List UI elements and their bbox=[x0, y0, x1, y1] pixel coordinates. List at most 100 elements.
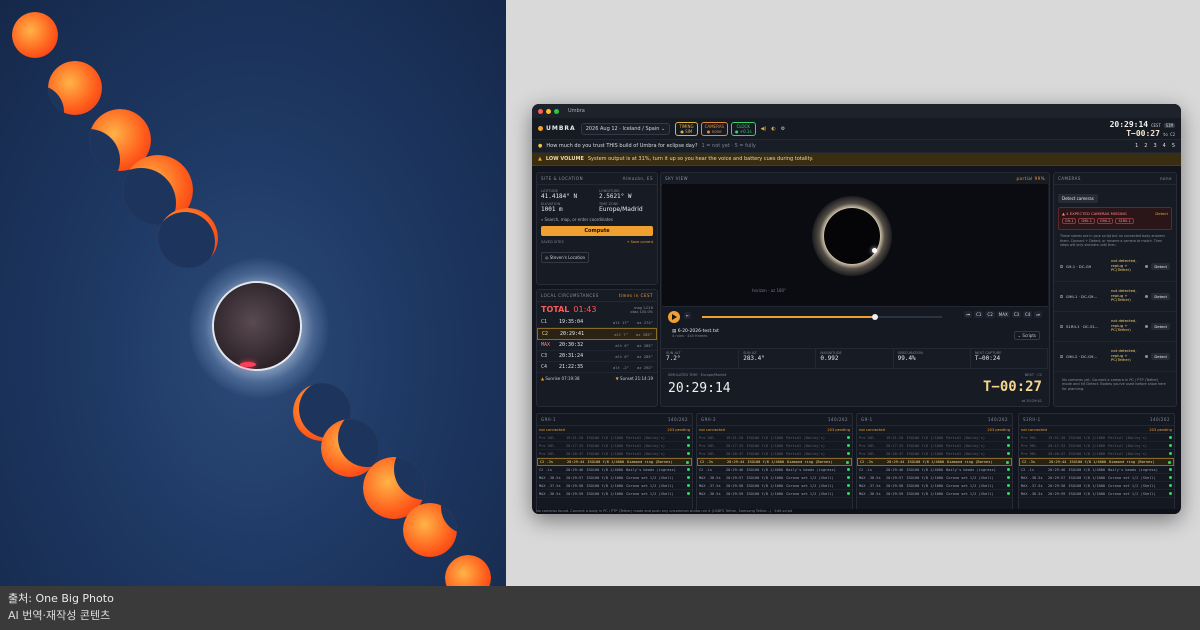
capture-row[interactable]: Pre 98% 20:28:47 ISO100 f/8 1/1000 Partial … bbox=[537, 450, 692, 458]
compute-button[interactable]: Compute bbox=[541, 226, 653, 236]
capture-row[interactable]: C2 -3s 20:29:44 ISO100 f/8 1/4000 Diamond r… bbox=[1019, 458, 1174, 466]
capture-row[interactable]: C2 -3s 20:29:44 ISO100 f/8 1/4000 Diamond r… bbox=[537, 458, 692, 466]
status-chip[interactable]: TIMING ● SIM bbox=[675, 121, 698, 136]
capture-row[interactable]: Pre 98% 20:17:33 ISO100 f/8 1/1000 Partial … bbox=[697, 442, 852, 450]
maximize-window-button[interactable] bbox=[554, 108, 559, 114]
play-button[interactable] bbox=[668, 311, 680, 323]
skip-back-icon[interactable]: ⏮ bbox=[964, 311, 973, 318]
capture-row[interactable]: Pre 98% 20:28:47 ISO100 f/8 1/1000 Partial … bbox=[1019, 450, 1174, 458]
alert-detect-button[interactable]: Detect bbox=[1155, 211, 1168, 216]
capture-row[interactable]: Pre 90% 19:51:20 ISO100 f/8 1/1000 Partial … bbox=[697, 434, 852, 442]
grid-status-row: not connected 203 pending bbox=[857, 426, 1012, 434]
camera-row[interactable]: ◘ S1RII-1 · DC-S1... not detected, replug … bbox=[1054, 312, 1176, 342]
camera-row[interactable]: ◘ G9II-2 · DC-G9... not detected, replug +… bbox=[1054, 342, 1176, 372]
stat-cell: MAGNITUDE 0.992 bbox=[816, 349, 894, 368]
capture-row[interactable]: C2 -3s 20:29:44 ISO100 f/8 1/4000 Diamond r… bbox=[697, 458, 852, 466]
latitude-field[interactable]: 41.4184° N bbox=[541, 193, 595, 200]
capture-row[interactable]: MAX -36.5s 20:29:59 ISO100 f/8 1/1000 Coron… bbox=[857, 490, 1012, 498]
capture-row[interactable]: Pre 98% 20:17:33 ISO100 f/8 1/1000 Partial … bbox=[1019, 442, 1174, 450]
status-chip[interactable]: CLOCK ● +0.1s bbox=[730, 121, 756, 136]
scrubber-handle[interactable] bbox=[871, 314, 878, 320]
playback-bar: ⇤ ⏮ C1 C2 MAX C3 C4 ⏭ ▤ 6-20-2026-test.txt 4 ru… bbox=[662, 306, 1048, 348]
contact-row[interactable]: C2 20:29:41 alt 7° az 285° bbox=[537, 328, 657, 340]
contact-row[interactable]: C1 19:35:04 alt 17° az 274° bbox=[537, 317, 657, 328]
toggle-icon[interactable]: ◐ bbox=[771, 126, 775, 132]
contact-jump-button[interactable]: C1 bbox=[974, 311, 984, 318]
capture-row[interactable]: C2 -1s 20:29:46 ISO100 f/8 1/4000 Baily's b… bbox=[537, 466, 692, 474]
capture-phase: C2 -1s bbox=[859, 467, 872, 472]
camera-detect-button[interactable]: Detect bbox=[1151, 262, 1170, 270]
speaker-icon[interactable]: ◀) bbox=[761, 126, 767, 132]
capture-row[interactable]: MAX -37.5s 20:29:58 ISO100 f/8 1/1000 Coron… bbox=[697, 482, 852, 490]
capture-row[interactable]: C2 -1s 20:29:46 ISO100 f/8 1/4000 Baily's b… bbox=[697, 466, 852, 474]
contact-row[interactable]: MAX 20:30:32 alt 6° az 285° bbox=[537, 340, 657, 351]
capture-settings: ISO100 f/8 1/1000 bbox=[1068, 483, 1106, 488]
close-window-button[interactable] bbox=[538, 108, 543, 114]
scripts-button[interactable]: ⌄ Scripts bbox=[1013, 331, 1040, 340]
capture-phase: C2 -1s bbox=[539, 467, 552, 472]
capture-row[interactable]: Pre 98% 20:17:33 ISO100 f/8 1/1000 Partial … bbox=[857, 442, 1012, 450]
camera-status: not detected, replug + PC(Tether) bbox=[1111, 258, 1137, 273]
rewind-button[interactable]: ⇤ bbox=[684, 312, 692, 319]
camera-detect-button[interactable]: Detect bbox=[1151, 352, 1170, 360]
capture-row[interactable]: MAX -38.5s 20:29:57 ISO100 f/8 1/1000 Coron… bbox=[697, 474, 852, 482]
gear-icon[interactable]: ⚙ bbox=[781, 126, 785, 132]
trust-option[interactable]: 5 bbox=[1172, 143, 1175, 149]
capture-row[interactable]: Pre 90% 19:51:20 ISO100 f/8 1/1000 Partial … bbox=[857, 434, 1012, 442]
trust-option[interactable]: 4 bbox=[1163, 143, 1166, 149]
minimize-window-button[interactable] bbox=[546, 108, 551, 114]
capture-row[interactable]: MAX -36.5s 20:29:59 ISO100 f/8 1/1000 Coron… bbox=[537, 490, 692, 498]
capture-row[interactable]: Pre 98% 20:28:47 ISO100 f/8 1/1000 Partial … bbox=[857, 450, 1012, 458]
timezone-field[interactable]: Europe/Madrid bbox=[599, 206, 653, 213]
capture-row[interactable]: C2 -1s 20:29:46 ISO100 f/8 1/4000 Baily's b… bbox=[1019, 466, 1174, 474]
capture-row[interactable]: MAX -38.5s 20:29:57 ISO100 f/8 1/1000 Coron… bbox=[1019, 474, 1174, 482]
skip-forward-icon[interactable]: ⏭ bbox=[1034, 311, 1042, 318]
search-input[interactable]: ⌕ Search, map, or enter coordinates bbox=[537, 217, 657, 222]
capture-settings: ISO100 f/8 1/1000 bbox=[586, 435, 624, 440]
contact-id: MAX bbox=[541, 342, 551, 348]
status-chip[interactable]: CAMERAS ● none bbox=[700, 121, 728, 136]
trust-option[interactable]: 3 bbox=[1153, 143, 1156, 149]
capture-status-dot bbox=[1006, 460, 1009, 464]
capture-row[interactable]: C2 -1s 20:29:46 ISO100 f/8 1/4000 Baily's b… bbox=[857, 466, 1012, 474]
capture-row[interactable]: MAX -38.5s 20:29:57 ISO100 f/8 1/1000 Coron… bbox=[857, 474, 1012, 482]
event-select[interactable]: 2026 Aug 12 · Iceland / Spain ⌄ bbox=[580, 122, 671, 135]
capture-row[interactable]: MAX -36.5s 20:29:59 ISO100 f/8 1/1000 Coron… bbox=[1019, 490, 1174, 498]
capture-row[interactable]: C2 -3s 20:29:44 ISO100 f/8 1/4000 Diamond r… bbox=[857, 458, 1012, 466]
capture-label: Partial (Bailey's) bbox=[786, 443, 826, 448]
save-current-button[interactable]: + Save current bbox=[627, 240, 653, 244]
capture-row[interactable]: MAX -36.5s 20:29:59 ISO100 f/8 1/1000 Coron… bbox=[697, 490, 852, 498]
circumstances-panel: LOCAL CIRCUMSTANCES times in CEST TOTAL 0… bbox=[536, 289, 658, 407]
capture-label: Partial (Bailey's) bbox=[626, 443, 666, 448]
trust-option[interactable]: 1 bbox=[1135, 143, 1138, 149]
elevation-field[interactable]: 1001 m bbox=[541, 206, 595, 213]
camera-detect-button[interactable]: Detect bbox=[1151, 292, 1170, 300]
capture-row[interactable]: MAX -38.5s 20:29:57 ISO100 f/8 1/1000 Coron… bbox=[537, 474, 692, 482]
capture-row[interactable]: MAX -37.5s 20:29:58 ISO100 f/8 1/1000 Coron… bbox=[1019, 482, 1174, 490]
trust-option[interactable]: 2 bbox=[1144, 143, 1147, 149]
capture-status-dot bbox=[1007, 436, 1010, 439]
capture-row[interactable]: MAX -37.5s 20:29:58 ISO100 f/8 1/1000 Coron… bbox=[537, 482, 692, 490]
timeline-scrubber[interactable] bbox=[702, 314, 942, 320]
capture-row[interactable]: Pre 90% 19:51:20 ISO100 f/8 1/1000 Partial … bbox=[537, 434, 692, 442]
contact-jump-button[interactable]: MAX bbox=[996, 311, 1010, 318]
longitude-field[interactable]: 2.5621° W bbox=[599, 193, 653, 200]
contact-jump-button[interactable]: C3 bbox=[1011, 311, 1022, 318]
missing-camera-tag: S1RII-1 bbox=[1115, 218, 1134, 224]
contact-jump-button[interactable]: C2 bbox=[985, 311, 995, 318]
contact-jump-button[interactable]: C4 bbox=[1023, 311, 1033, 318]
capture-label: Baily's beads (ingress) bbox=[1108, 467, 1158, 472]
capture-row[interactable]: Pre 98% 20:28:47 ISO100 f/8 1/1000 Partial … bbox=[697, 450, 852, 458]
capture-label: Partial (Bailey's) bbox=[946, 451, 986, 456]
contact-row[interactable]: C4 21:22:35 alt -2° az 292° bbox=[537, 362, 657, 373]
capture-phase: MAX -36.5s bbox=[699, 491, 721, 496]
capture-row[interactable]: Pre 90% 19:51:20 ISO100 f/8 1/1000 Partial … bbox=[1019, 434, 1174, 442]
camera-row[interactable]: ◘ G9-1 · DC-G9 not detected, replug + PC(T… bbox=[1054, 252, 1176, 282]
contact-row[interactable]: C3 20:31:24 alt 6° az 285° bbox=[537, 351, 657, 362]
camera-row[interactable]: ◘ G9II-1 · DC-G9... not detected, replug +… bbox=[1054, 282, 1176, 312]
detect-cameras-button[interactable]: Detect cameras bbox=[1058, 194, 1098, 203]
capture-row[interactable]: MAX -37.5s 20:29:58 ISO100 f/8 1/1000 Coron… bbox=[857, 482, 1012, 490]
camera-detect-button[interactable]: Detect bbox=[1151, 322, 1170, 330]
saved-site-chip[interactable]: ◎ Steven's Location bbox=[541, 252, 590, 263]
capture-row[interactable]: Pre 98% 20:17:33 ISO100 f/8 1/1000 Partial … bbox=[537, 442, 692, 450]
